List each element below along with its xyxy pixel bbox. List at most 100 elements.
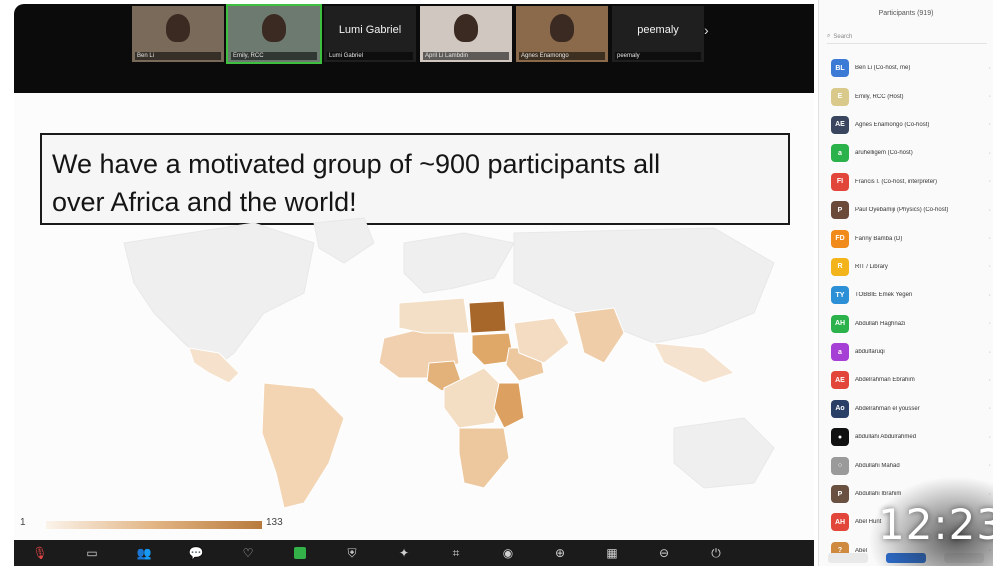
participants-icon: 👥 (136, 546, 152, 560)
participant-name: Abdelrahman el yousser (855, 405, 920, 412)
participant-row[interactable]: a abdulfaruqi · (831, 338, 991, 366)
mic-status-icon: · (988, 376, 991, 384)
participant-row[interactable]: a aruhelligem (Co-host) · (831, 139, 991, 167)
mic-status-icon: · (988, 121, 991, 129)
mic-muted-button[interactable]: 🎙 (14, 540, 66, 566)
meeting-area: Ben Li Emily, RCC Lumi Gabriel Lumi Gabriel… (14, 4, 814, 566)
breakout-button[interactable]: ▦ (586, 540, 638, 566)
video-tile[interactable]: Ben Li (132, 6, 224, 62)
video-tile[interactable]: Agnes Enamongo (516, 6, 608, 62)
greenland-shape (313, 217, 375, 264)
avatar: Ao (831, 399, 849, 418)
tile-name-label: Emily, RCC (231, 52, 317, 60)
avatar: ● (831, 428, 849, 447)
southern-africa-region (458, 427, 510, 489)
reactions-button[interactable]: ♡ (222, 540, 274, 566)
whiteboard-button[interactable]: ⌗ (430, 540, 482, 566)
person-silhouette-icon (166, 14, 190, 42)
participant-row[interactable]: AE Abdelrahman Ebrahim · (831, 366, 991, 394)
southeast-asia-region (653, 342, 736, 384)
participant-name: Fanny Bamba (D) (855, 235, 903, 242)
zoom-meeting-window: Ben Li Emily, RCC Lumi Gabriel Lumi Gabriel… (0, 0, 993, 566)
invite-button[interactable] (828, 553, 868, 563)
participant-row[interactable]: ● abdullahi Abdulrahmed · (831, 423, 991, 451)
mic-status-icon: · (988, 405, 991, 413)
mic-status-icon: · (988, 178, 991, 186)
participant-name: abdulfaruqi (855, 349, 885, 356)
mic-status-icon: · (988, 263, 991, 271)
egypt-region (468, 300, 507, 334)
security-button[interactable]: ⛨ (326, 540, 378, 566)
person-silhouette-icon (262, 14, 286, 42)
more-button[interactable]: ⊖ (638, 540, 690, 566)
avatar: a (831, 144, 849, 163)
breakout-icon: ▦ (606, 546, 618, 560)
chevron-right-icon[interactable]: › (704, 22, 709, 38)
video-strip: Ben Li Emily, RCC Lumi Gabriel Lumi Gabriel… (14, 4, 814, 93)
participant-row[interactable]: BL Ben Li (Co-host, me) · (831, 54, 991, 82)
tile-name-label: peemaly (615, 52, 701, 60)
participants-button[interactable]: 👥 (118, 540, 170, 566)
whiteboard-icon: ⌗ (452, 545, 460, 560)
leave-icon: ⏻ (711, 545, 721, 560)
globe-button[interactable]: ⊕ (534, 540, 586, 566)
search-icon: ⌕ (827, 33, 831, 39)
leave-button[interactable]: ⏻ (690, 540, 742, 566)
avatar: AH (831, 513, 849, 532)
avatar: ○ (831, 456, 849, 475)
chat-button[interactable]: 💬 (170, 540, 222, 566)
share-screen-button[interactable] (274, 540, 326, 566)
globe-icon: ⊕ (554, 546, 566, 560)
legend-max-label: 133 (266, 517, 283, 528)
avatar: BL (831, 59, 849, 78)
callout-line-1: We have a motivated group of ~900 partic… (52, 149, 661, 179)
avatar: P (831, 485, 849, 504)
video-tile[interactable]: Emily, RCC (226, 4, 322, 64)
search-input[interactable]: ⌕ Search (827, 30, 987, 44)
participant-row[interactable]: AE Agnes Enamongo (Co-host) · (831, 111, 991, 139)
mic-status-icon: · (988, 348, 991, 356)
participant-row[interactable]: FI Francis I. (Co-host, interpreter) · (831, 168, 991, 196)
legend-gradient-bar (46, 521, 262, 529)
mic-status-icon: · (988, 149, 991, 157)
tile-display-name: peemaly (637, 24, 679, 36)
avatar: AE (831, 371, 849, 390)
participant-name: aruhelligem (Co-host) (855, 150, 913, 157)
participant-row[interactable]: TY TOBBIE Emek Yegen · (831, 281, 991, 309)
tile-name-label: Lumi Gabriel (327, 52, 413, 60)
world-map (123, 217, 775, 509)
participant-row[interactable]: AH Abdullah Haghnazi · (831, 310, 991, 338)
participant-row[interactable]: Ao Abdelrahman el yousser · (831, 395, 991, 423)
video-tile[interactable]: April Li Lambdin (420, 6, 512, 62)
mic-status-icon: · (988, 206, 991, 214)
participant-row[interactable]: FD Fanny Bamba (D) · (831, 224, 991, 252)
shared-slide: We have a motivated group of ~900 partic… (14, 93, 814, 541)
video-tile[interactable]: peemaly peemaly (612, 6, 704, 62)
participant-row[interactable]: P Paul Oyebamiji (Physics) (Co-host) · (831, 196, 991, 224)
tile-name-label: Agnes Enamongo (519, 52, 605, 60)
participants-title: Participants (919) (878, 10, 934, 17)
apps-button[interactable]: ✦ (378, 540, 430, 566)
person-silhouette-icon (550, 14, 574, 42)
participant-name: Abdullah Haghnazi (855, 320, 906, 327)
participant-name: Agnes Enamongo (Co-host) (855, 121, 930, 128)
record-button[interactable]: ◉ (482, 540, 534, 566)
avatar: FI (831, 172, 849, 191)
mic-status-icon: · (988, 64, 991, 72)
mic-status-icon: · (988, 291, 991, 299)
avatar: AH (831, 314, 849, 333)
participant-row[interactable]: R RIT / Library · (831, 253, 991, 281)
participant-row[interactable]: E Emily, RCC (Host) · (831, 82, 991, 110)
video-camera-button[interactable]: ▭ (66, 540, 118, 566)
mic-status-icon: · (988, 462, 991, 470)
participant-name: Ben Li (Co-host, me) (855, 65, 911, 72)
avatar: P (831, 201, 849, 220)
participant-name: TOBBIE Emek Yegen (855, 292, 913, 299)
avatar: E (831, 87, 849, 106)
video-tile[interactable]: Lumi Gabriel Lumi Gabriel (324, 6, 416, 62)
tile-name-label: Ben Li (135, 52, 221, 60)
reactions-icon: ♡ (242, 546, 254, 560)
chat-icon: 💬 (188, 546, 204, 560)
avatar: a (831, 343, 849, 362)
mic-status-icon: · (988, 320, 991, 328)
